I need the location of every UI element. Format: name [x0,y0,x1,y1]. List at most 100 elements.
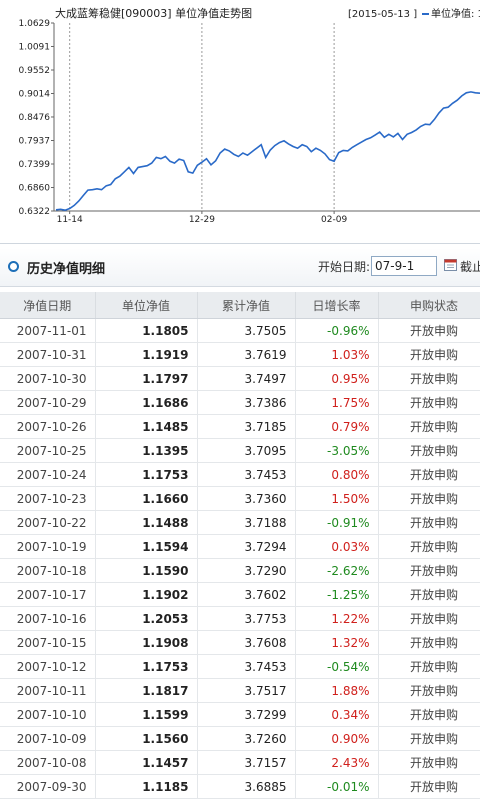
cell-status: 开放申购 [378,702,480,727]
table-row: 2007-10-30 1.1797 3.7497 0.95% 开放申购 [0,366,480,391]
cell-growth: 0.95% [295,366,379,391]
cell-unit-nav: 1.2053 [95,606,198,631]
table-row: 2007-10-24 1.1753 3.7453 0.80% 开放申购 [0,462,480,487]
cell-status: 开放申购 [378,438,480,463]
y-tick-label: 1.0629 [19,19,51,29]
cell-unit-nav: 1.1594 [95,534,198,559]
cell-cum-nav: 3.7753 [197,606,296,631]
cell-status: 开放申购 [378,342,480,367]
cell-growth: 1.75% [295,390,379,415]
y-tick-label: 0.6860 [19,184,51,194]
cell-cum-nav: 3.6885 [197,774,296,799]
cell-cum-nav: 3.7453 [197,462,296,487]
cell-date: 2007-09-30 [0,774,96,799]
table-row: 2007-11-01 1.1805 3.7505 -0.96% 开放申购 [0,318,480,343]
cell-unit-nav: 1.1457 [95,750,198,775]
col-header-date: 净值日期 [0,292,96,319]
table-row: 2007-10-25 1.1395 3.7095 -3.05% 开放申购 [0,438,480,463]
cell-unit-nav: 1.1660 [95,486,198,511]
table-header-row: 净值日期 单位净值 累计净值 日增长率 申购状态 [0,292,480,319]
table-row: 2007-10-26 1.1485 3.7185 0.79% 开放申购 [0,414,480,439]
chart-date: [2015-05-13 ] [348,9,417,20]
cell-growth: -0.01% [295,774,379,799]
table-row: 2007-10-31 1.1919 3.7619 1.03% 开放申购 [0,342,480,367]
cell-growth: 0.79% [295,414,379,439]
y-tick-label: 0.6322 [19,207,51,217]
nav-trend-chart: 大成蓝筹稳健[090003] 单位净值走势图 [2015-05-13 ] 单位净… [19,6,480,225]
calendar-icon[interactable] [444,258,457,271]
cell-cum-nav: 3.7386 [197,390,296,415]
table-row: 2007-10-10 1.1599 3.7299 0.34% 开放申购 [0,702,480,727]
start-date-input[interactable] [371,256,437,276]
cell-unit-nav: 1.1753 [95,654,198,679]
cell-growth: 0.03% [295,534,379,559]
cell-growth: 0.80% [295,462,379,487]
cell-unit-nav: 1.1805 [95,318,198,343]
cell-cum-nav: 3.7497 [197,366,296,391]
cell-date: 2007-10-22 [0,510,96,535]
cell-cum-nav: 3.7360 [197,486,296,511]
cell-growth: -1.25% [295,582,379,607]
cell-growth: 1.32% [295,630,379,655]
cell-cum-nav: 3.7517 [197,678,296,703]
table-row: 2007-10-18 1.1590 3.7290 -2.62% 开放申购 [0,558,480,583]
cell-date: 2007-10-12 [0,654,96,679]
cell-growth: 1.50% [295,486,379,511]
cell-date: 2007-10-19 [0,534,96,559]
legend-swatch [422,13,429,15]
cell-unit-nav: 1.1485 [95,414,198,439]
y-tick-label: 0.7399 [19,160,51,170]
section-title: 历史净值明细 [27,262,106,277]
cell-unit-nav: 1.1686 [95,390,198,415]
cell-unit-nav: 1.1797 [95,366,198,391]
table-row: 2007-10-19 1.1594 3.7294 0.03% 开放申购 [0,534,480,559]
cell-growth: 0.34% [295,702,379,727]
table-row: 2007-10-17 1.1902 3.7602 -1.25% 开放申购 [0,582,480,607]
x-tick-label: 11-14 [57,215,83,225]
cell-date: 2007-10-31 [0,342,96,367]
cell-status: 开放申购 [378,510,480,535]
col-header-unit-nav: 单位净值 [95,292,198,319]
cell-date: 2007-10-16 [0,606,96,631]
y-tick-label: 0.9014 [19,89,51,99]
cell-status: 开放申购 [378,558,480,583]
cell-cum-nav: 3.7453 [197,654,296,679]
col-header-status: 申购状态 [378,292,480,319]
cell-cum-nav: 3.7260 [197,726,296,751]
cell-date: 2007-10-30 [0,366,96,391]
cutoff-date-label: 截止 [460,260,480,274]
cell-cum-nav: 3.7157 [197,750,296,775]
table-row: 2007-10-11 1.1817 3.7517 1.88% 开放申购 [0,678,480,703]
cell-status: 开放申购 [378,462,480,487]
cell-date: 2007-10-25 [0,438,96,463]
col-header-growth: 日增长率 [295,292,379,319]
cell-date: 2007-10-08 [0,750,96,775]
cell-growth: 1.22% [295,606,379,631]
y-tick-label: 0.9552 [19,66,51,76]
cell-date: 2007-10-29 [0,390,96,415]
cell-date: 2007-10-17 [0,582,96,607]
col-header-cum-nav: 累计净值 [197,292,296,319]
cell-cum-nav: 3.7185 [197,414,296,439]
legend-label: 单位净值: 1 [431,7,480,20]
chart-title: 大成蓝筹稳健[090003] 单位净值走势图 [55,6,252,20]
cell-growth: -3.05% [295,438,379,463]
cell-unit-nav: 1.1908 [95,630,198,655]
cell-growth: -0.54% [295,654,379,679]
table-row: 2007-10-16 1.2053 3.7753 1.22% 开放申购 [0,606,480,631]
y-tick-label: 1.0091 [19,42,51,52]
y-tick-label: 0.8476 [19,113,51,123]
cell-cum-nav: 3.7299 [197,702,296,727]
cell-growth: 0.90% [295,726,379,751]
table-row: 2007-10-09 1.1560 3.7260 0.90% 开放申购 [0,726,480,751]
table-row: 2007-10-15 1.1908 3.7608 1.32% 开放申购 [0,630,480,655]
cell-cum-nav: 3.7294 [197,534,296,559]
cell-date: 2007-10-15 [0,630,96,655]
cell-unit-nav: 1.1395 [95,438,198,463]
table-row: 2007-10-22 1.1488 3.7188 -0.91% 开放申购 [0,510,480,535]
start-date-label: 开始日期: [318,260,371,274]
cell-status: 开放申购 [378,726,480,751]
cell-unit-nav: 1.1590 [95,558,198,583]
table-row: 2007-10-08 1.1457 3.7157 2.43% 开放申购 [0,750,480,775]
cell-cum-nav: 3.7505 [197,318,296,343]
